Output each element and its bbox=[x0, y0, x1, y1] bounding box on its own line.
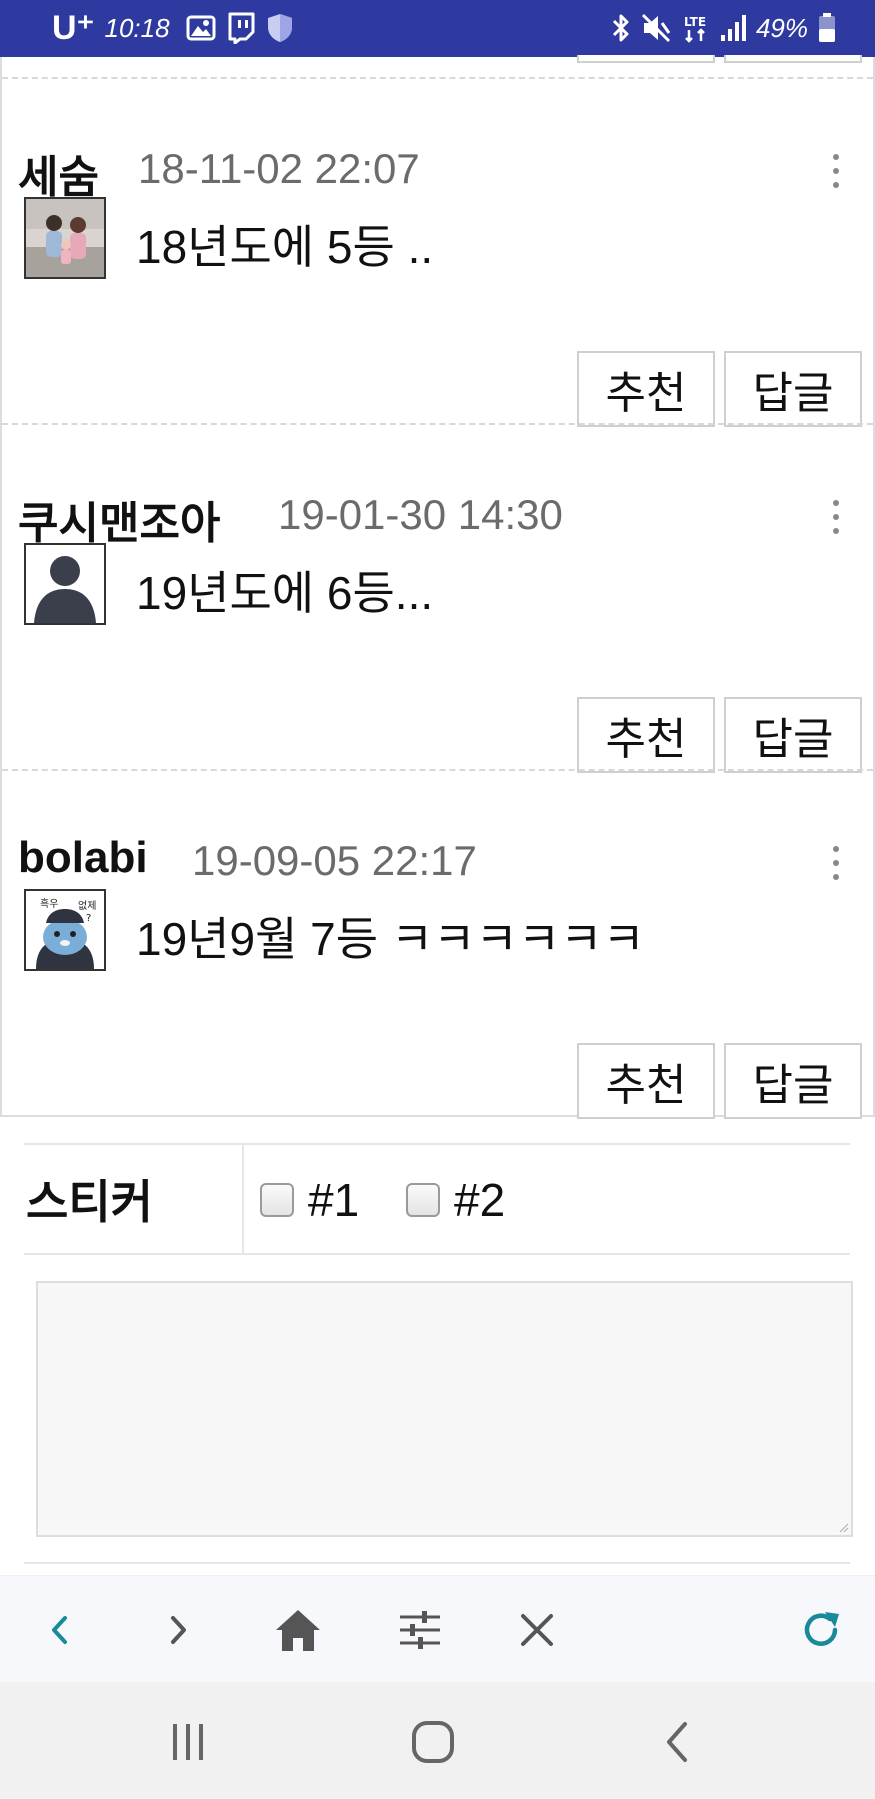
recent-apps-button[interactable] bbox=[158, 1714, 218, 1770]
prev-recommend-button-edge[interactable] bbox=[577, 55, 715, 63]
sticker-row: 스티커 #1 #2 bbox=[24, 1143, 850, 1255]
photo-avatar-image bbox=[26, 199, 104, 277]
system-back-button[interactable] bbox=[648, 1714, 708, 1770]
user-avatar[interactable] bbox=[24, 543, 106, 625]
refresh-icon bbox=[804, 1612, 839, 1646]
status-time: 10:18 bbox=[104, 12, 170, 43]
sticker-2-label: #2 bbox=[454, 1174, 506, 1226]
comment-text: 19년도에 6등... bbox=[136, 567, 434, 619]
back-chevron-icon bbox=[667, 1722, 687, 1762]
signal-icon bbox=[720, 15, 746, 41]
comment-list: 세숨 18-11-02 22:07 18년도에 5등 .. 추천 답글 쿠시맨조… bbox=[0, 55, 875, 1119]
system-nav-bar bbox=[0, 1682, 875, 1799]
svg-text:LTE: LTE bbox=[684, 15, 706, 29]
system-home-button[interactable] bbox=[403, 1714, 463, 1770]
reply-button[interactable]: 답글 bbox=[724, 351, 862, 427]
reply-button[interactable]: 답글 bbox=[724, 1043, 862, 1119]
more-options-icon[interactable] bbox=[828, 151, 844, 191]
resize-grip-icon[interactable] bbox=[837, 1521, 849, 1533]
home-icon bbox=[276, 1610, 320, 1651]
back-button[interactable] bbox=[32, 1602, 88, 1658]
carrier-label: U⁺ bbox=[52, 9, 95, 47]
default-avatar-icon bbox=[26, 545, 104, 623]
sticker-1-label: #1 bbox=[308, 1174, 360, 1226]
sticker-1-checkbox[interactable] bbox=[260, 1183, 294, 1217]
reply-button[interactable]: 답글 bbox=[724, 697, 862, 773]
more-options-icon[interactable] bbox=[828, 497, 844, 537]
sticker-label: 스티커 bbox=[24, 1145, 244, 1253]
forward-button[interactable] bbox=[150, 1602, 206, 1658]
user-avatar[interactable]: 흑우 없제 ? bbox=[24, 889, 106, 971]
close-button[interactable] bbox=[509, 1602, 565, 1658]
settings-button[interactable] bbox=[392, 1602, 448, 1658]
gallery-icon bbox=[186, 15, 216, 41]
lte-icon: LTE bbox=[684, 15, 706, 43]
comment-item: 쿠시맨조아 19-01-30 14:30 19년도에 6등... 추천 답글 bbox=[2, 423, 873, 773]
home-circle-icon bbox=[412, 1721, 454, 1763]
recent-apps-icon bbox=[173, 1724, 203, 1760]
recommend-button[interactable]: 추천 bbox=[577, 697, 715, 773]
sticker-option-2[interactable]: #2 bbox=[406, 1173, 505, 1227]
comment-author[interactable]: 세숨 bbox=[18, 141, 99, 205]
avatar-text-right: 없제 bbox=[78, 899, 96, 912]
comment-text: 18년도에 5등 .. bbox=[136, 221, 434, 273]
status-bar: U⁺ 10:18 LTE 49% bbox=[0, 0, 875, 57]
more-options-icon[interactable] bbox=[828, 843, 844, 883]
comment-input-box bbox=[36, 1281, 853, 1537]
comment-date: 19-01-30 14:30 bbox=[278, 491, 563, 538]
battery-percent: 49% bbox=[755, 12, 808, 43]
recommend-button[interactable]: 추천 bbox=[577, 351, 715, 427]
close-icon bbox=[521, 1614, 553, 1646]
back-icon bbox=[52, 1616, 67, 1644]
prev-reply-button-edge[interactable] bbox=[724, 55, 862, 63]
comment-author[interactable]: 쿠시맨조아 bbox=[18, 487, 220, 551]
comment-item: 세숨 18-11-02 22:07 18년도에 5등 .. 추천 답글 bbox=[2, 77, 873, 427]
form-divider bbox=[24, 1562, 850, 1564]
user-avatar[interactable] bbox=[24, 197, 106, 279]
comment-author[interactable]: bolabi bbox=[18, 833, 148, 883]
mute-icon bbox=[641, 13, 671, 43]
recommend-button[interactable]: 추천 bbox=[577, 1043, 715, 1119]
avatar-text-question: ? bbox=[86, 913, 91, 924]
status-bar-left: U⁺ 10:18 bbox=[52, 8, 294, 48]
avatar-text-left: 흑우 bbox=[40, 897, 58, 910]
forward-icon bbox=[171, 1616, 186, 1644]
home-button[interactable] bbox=[270, 1602, 326, 1658]
settings-sliders-icon bbox=[400, 1611, 440, 1649]
screen: U⁺ 10:18 LTE 49% 세숨 18-11-02 22:07 18년도에… bbox=[0, 0, 875, 1799]
comment-item: bolabi 19-09-05 22:17 흑우 없제 ? 19년9월 7등 ㅋ… bbox=[2, 769, 873, 1119]
comment-date: 19-09-05 22:17 bbox=[192, 837, 477, 884]
status-bar-right: LTE 49% bbox=[610, 8, 837, 48]
sticker-2-checkbox[interactable] bbox=[406, 1183, 440, 1217]
battery-icon bbox=[819, 13, 835, 42]
shield-icon bbox=[267, 14, 292, 42]
twitch-icon bbox=[228, 12, 255, 44]
comment-date: 18-11-02 22:07 bbox=[138, 145, 420, 192]
bluetooth-icon bbox=[612, 14, 629, 42]
sticker-option-1[interactable]: #1 bbox=[260, 1173, 359, 1227]
comment-textarea[interactable] bbox=[38, 1283, 851, 1535]
comment-text: 19년9월 7등 ㅋㅋㅋㅋㅋㅋ bbox=[136, 913, 645, 965]
character-avatar-image: 흑우 없제 ? bbox=[26, 891, 104, 969]
refresh-button[interactable] bbox=[793, 1602, 849, 1658]
browser-toolbar bbox=[0, 1575, 875, 1682]
